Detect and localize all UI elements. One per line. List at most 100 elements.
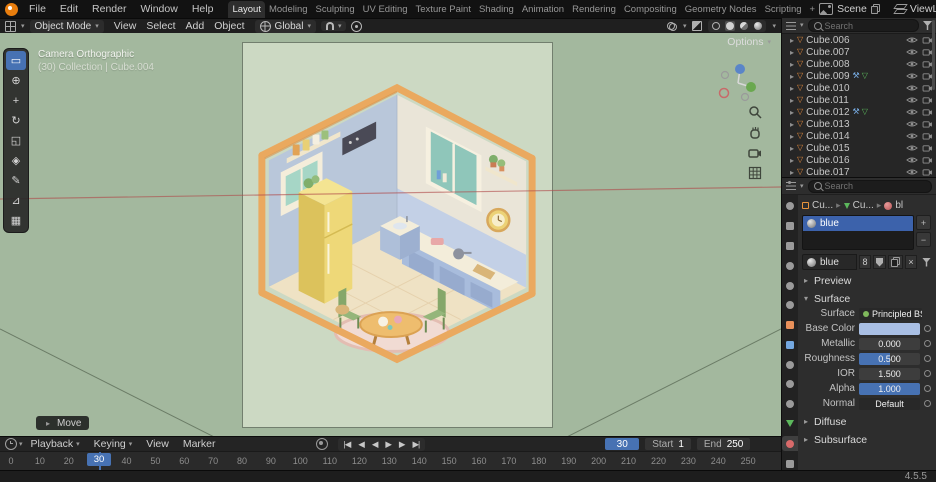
outliner-row[interactable]: ▸ ▽ Cube.008 ⚒ ▽: [782, 58, 936, 70]
workspace-tab[interactable]: Shading: [475, 1, 518, 18]
decorator-dot-icon[interactable]: [924, 340, 931, 347]
disclosure-icon[interactable]: ▸: [790, 48, 794, 57]
add-slot-button[interactable]: +: [916, 215, 931, 230]
mode-selector[interactable]: Object Mode ▾: [29, 19, 104, 33]
transform-tool[interactable]: ◈: [6, 151, 26, 170]
decorator-dot-icon[interactable]: [924, 370, 931, 377]
normal-input[interactable]: Default: [859, 397, 920, 410]
decorator-dot-icon[interactable]: [924, 400, 931, 407]
viewport-menu[interactable]: Select: [141, 20, 180, 32]
camera-toggle-icon[interactable]: [922, 108, 933, 116]
outliner-row[interactable]: ▸ ▽ Cube.014 ⚒ ▽: [782, 130, 936, 142]
zoom-icon[interactable]: [748, 105, 762, 119]
outliner-scrollbar[interactable]: [932, 20, 935, 90]
outliner-editor-icon[interactable]: [786, 21, 796, 30]
breadcrumb-object[interactable]: Cu...: [812, 200, 833, 211]
playback-button[interactable]: ◀: [354, 438, 368, 451]
hide-eye-icon[interactable]: [906, 84, 918, 92]
workspace-tab[interactable]: Sculpting: [312, 1, 359, 18]
camera-toggle-icon[interactable]: [922, 168, 933, 176]
object-name[interactable]: Cube.010: [806, 83, 849, 94]
camera-toggle-icon[interactable]: [922, 120, 933, 128]
metallic-slider[interactable]: 0.000: [859, 337, 920, 350]
topbar-menu[interactable]: Render: [85, 2, 133, 16]
properties-tab-physics[interactable]: [782, 377, 798, 392]
properties-tab-constraints[interactable]: [782, 397, 798, 412]
workspace-tab[interactable]: Layout: [228, 1, 265, 18]
select-box-tool[interactable]: ▭: [6, 51, 26, 70]
ior-slider[interactable]: 1.500: [859, 367, 920, 380]
playback-button[interactable]: ▶|: [408, 438, 423, 451]
material-slot-list[interactable]: blue: [802, 215, 914, 250]
hide-eye-icon[interactable]: [906, 60, 918, 68]
move-tool[interactable]: +: [6, 91, 26, 110]
decorator-dot-icon[interactable]: [924, 385, 931, 392]
shading-wireframe-icon[interactable]: [711, 21, 721, 31]
workspace-tab[interactable]: Geometry Nodes: [681, 1, 761, 18]
outliner-row[interactable]: ▸ ▽ Cube.015 ⚒ ▽: [782, 142, 936, 154]
properties-tab-particles[interactable]: [782, 357, 798, 372]
viewport-menu[interactable]: Object: [209, 20, 249, 32]
topbar-menu[interactable]: Help: [185, 2, 221, 16]
disclosure-icon[interactable]: ▸: [790, 72, 794, 81]
object-name[interactable]: Cube.013: [806, 119, 849, 130]
new-scene-icon[interactable]: [870, 4, 880, 14]
workspace-tab[interactable]: Texture Paint: [412, 1, 475, 18]
scale-tool[interactable]: ◱: [6, 131, 26, 150]
properties-editor-icon[interactable]: [786, 181, 796, 190]
alpha-slider[interactable]: 1.000: [859, 382, 920, 395]
workspace-tab[interactable]: Modeling: [265, 1, 312, 18]
overlays-icon[interactable]: [666, 21, 677, 31]
workspace-tab[interactable]: UV Editing: [359, 1, 412, 18]
current-frame-field[interactable]: 30: [605, 438, 640, 450]
disclosure-icon[interactable]: ▸: [790, 144, 794, 153]
workspace-tab[interactable]: Animation: [518, 1, 568, 18]
cursor-tool[interactable]: ⊕: [6, 71, 26, 90]
outliner-row[interactable]: ▸ ▽ Cube.017 ⚒ ▽: [782, 166, 936, 177]
workspace-tab[interactable]: Scripting: [761, 1, 806, 18]
roughness-slider[interactable]: 0.500: [859, 352, 920, 365]
camera-view-frame[interactable]: [242, 42, 553, 428]
add-cube-tool[interactable]: ▦: [6, 211, 26, 230]
properties-tab-tool[interactable]: [782, 199, 798, 214]
object-name[interactable]: Cube.014: [806, 131, 849, 142]
hide-eye-icon[interactable]: [906, 108, 918, 116]
hide-eye-icon[interactable]: [906, 72, 918, 80]
workspace-tab[interactable]: Rendering: [568, 1, 620, 18]
viewlayer-name[interactable]: ViewLayer: [910, 3, 936, 15]
panel-diffuse[interactable]: ▸ Diffuse: [802, 414, 931, 429]
hide-eye-icon[interactable]: [906, 144, 918, 152]
material-browse-field[interactable]: blue: [802, 254, 857, 270]
users-count-button[interactable]: 8: [859, 255, 871, 269]
fake-user-button[interactable]: [873, 255, 886, 269]
properties-search-input[interactable]: Search: [807, 179, 932, 193]
hide-eye-icon[interactable]: [906, 36, 918, 44]
outliner-row[interactable]: ▸ ▽ Cube.012 ⚒ ▽: [782, 106, 936, 118]
camera-toggle-icon[interactable]: [922, 132, 933, 140]
decorator-dot-icon[interactable]: [924, 355, 931, 362]
viewport-menu[interactable]: Add: [181, 20, 210, 32]
object-name[interactable]: Cube.007: [806, 47, 849, 58]
xray-toggle-icon[interactable]: [692, 21, 703, 31]
disclosure-icon[interactable]: ▸: [790, 156, 794, 165]
disclosure-icon[interactable]: ▸: [790, 84, 794, 93]
properties-tab-texture[interactable]: [782, 456, 798, 470]
properties-tab-world[interactable]: [782, 298, 798, 313]
start-frame-field[interactable]: Start 1: [645, 438, 691, 450]
camera-toggle-icon[interactable]: [922, 156, 933, 164]
properties-tab-output[interactable]: [782, 239, 798, 254]
surface-shader-input[interactable]: Principled BSDF: [859, 307, 922, 320]
object-name[interactable]: Cube.016: [806, 155, 849, 166]
disclosure-icon[interactable]: ▸: [790, 96, 794, 105]
timeline-editor-icon[interactable]: [5, 438, 17, 450]
disclosure-icon[interactable]: ▸: [790, 168, 794, 177]
topbar-menu[interactable]: Edit: [53, 2, 85, 16]
properties-tab-modifiers[interactable]: [782, 337, 798, 352]
hide-eye-icon[interactable]: [906, 120, 918, 128]
3d-scene[interactable]: [243, 43, 552, 427]
panel-surface[interactable]: ▾ Surface: [802, 291, 931, 306]
marker-menu[interactable]: Marker: [177, 438, 222, 450]
disclosure-icon[interactable]: ▸: [790, 60, 794, 69]
topbar-menu[interactable]: File: [22, 2, 53, 16]
shading-rendered-icon[interactable]: [753, 21, 763, 31]
